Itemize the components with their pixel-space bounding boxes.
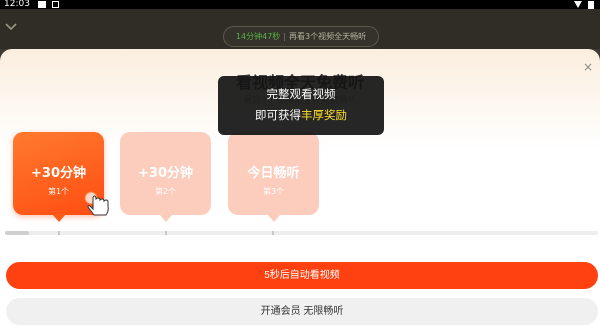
toast-line-2: 即可获得丰厚奖励 <box>218 107 384 123</box>
toast-line-1: 完整观看视频 <box>266 87 336 101</box>
reward-card-amount: +30分钟 <box>138 166 193 181</box>
progress-tick <box>58 231 60 235</box>
collapse-chevron-icon[interactable] <box>5 21 17 31</box>
timer-hint: 再看3个视频全天畅听 <box>288 32 367 41</box>
reward-card-label: 第3个 <box>262 187 285 196</box>
notification-icon <box>37 1 46 8</box>
timer-value: 14分钟47秒 <box>235 32 281 41</box>
reward-card-amount: 今日畅听 <box>247 166 300 181</box>
open-membership-button[interactable]: 开通会员 无限畅听 <box>6 298 598 325</box>
toast-line-2-prefix: 即可获得 <box>255 108 301 122</box>
app-icon <box>51 1 59 8</box>
toast-highlight: 丰厚奖励 <box>301 108 347 122</box>
progress-tick <box>272 231 274 235</box>
reward-card-3[interactable]: 今日畅听 第3个 <box>228 132 319 222</box>
progress-fill <box>5 231 29 235</box>
card-pointer <box>159 214 173 222</box>
player-header: 14分钟47秒 | 再看3个视频全天畅听 <box>0 9 600 49</box>
card-pointer <box>267 214 281 222</box>
timer-pill: 14分钟47秒 | 再看3个视频全天畅听 <box>223 26 379 47</box>
status-bar: 12:03 <box>0 0 600 9</box>
auto-watch-video-button[interactable]: 5秒后自动看视频 <box>6 262 598 289</box>
card-pointer <box>52 214 66 222</box>
progress-tick <box>165 231 167 235</box>
reward-toast: 完整观看视频 即可获得丰厚奖励 <box>218 76 384 135</box>
status-indicators <box>574 1 594 9</box>
status-time: 12:03 <box>4 0 30 9</box>
reward-card-2[interactable]: +30分钟 第2个 <box>120 132 211 222</box>
reward-card-label: 第2个 <box>154 187 177 196</box>
wifi-icon <box>574 1 582 8</box>
battery-icon <box>588 1 594 9</box>
reward-card-amount: +30分钟 <box>31 166 86 181</box>
tap-hand-icon <box>84 191 109 216</box>
progress-track <box>5 231 598 235</box>
